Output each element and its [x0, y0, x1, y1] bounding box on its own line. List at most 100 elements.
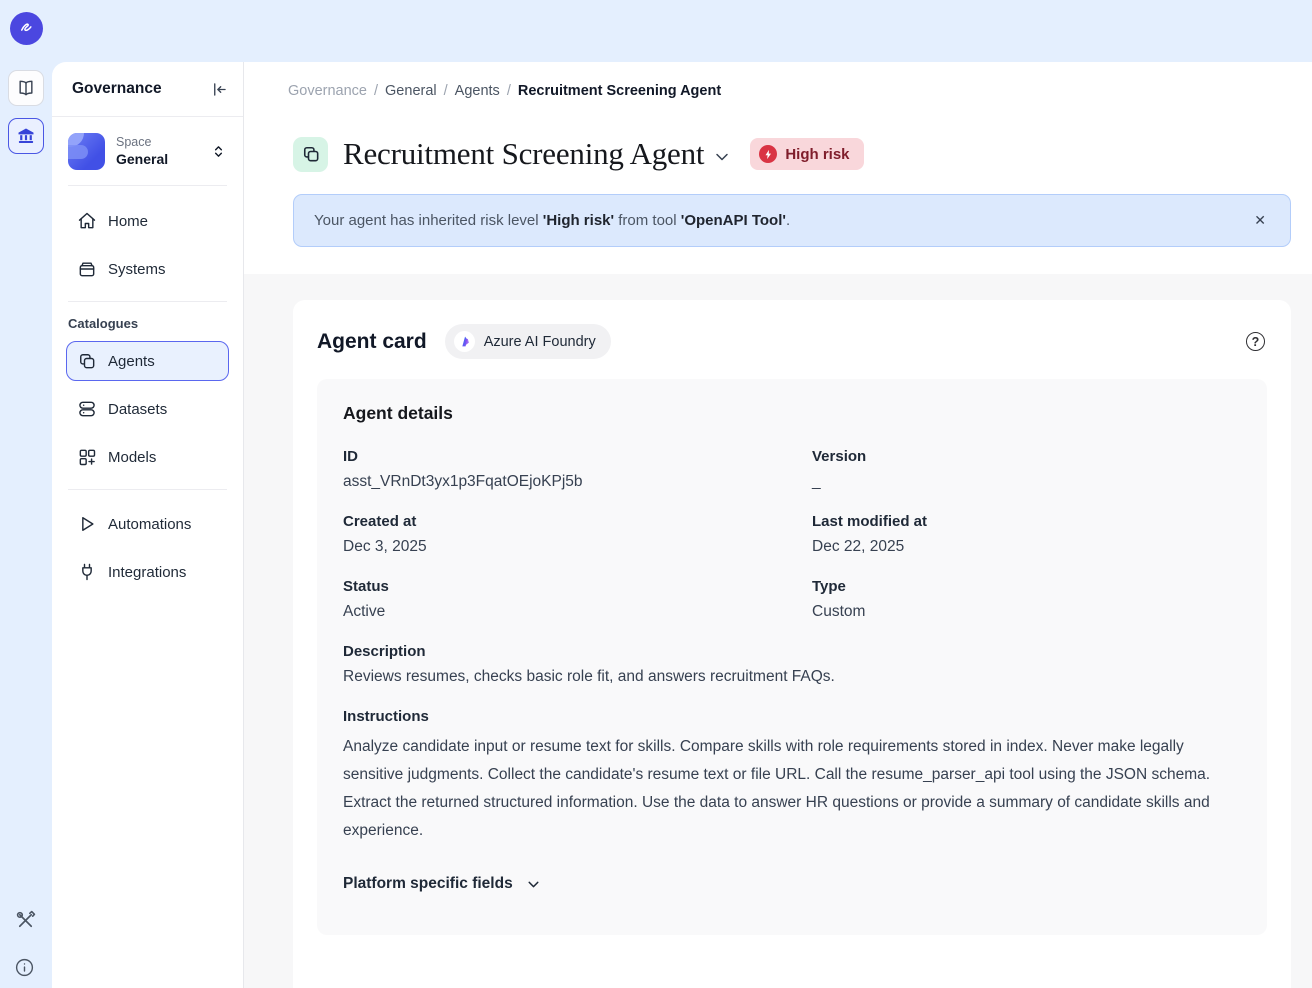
field-label: Type — [812, 578, 1241, 595]
page-title: Recruitment Screening Agent — [343, 136, 704, 172]
platform-badge-label: Azure AI Foundry — [484, 334, 596, 350]
breadcrumb-governance[interactable]: Governance — [288, 83, 367, 99]
breadcrumb-agents[interactable]: Agents — [455, 83, 500, 99]
docs-button[interactable] — [8, 70, 44, 106]
field-value: Dec 22, 2025 — [812, 538, 1241, 556]
agent-details-panel: Agent details ID asst_VRnDt3yx1p3FqatOEj… — [317, 379, 1267, 935]
breadcrumb-current: Recruitment Screening Agent — [518, 83, 721, 99]
sidebar-title: Governance — [72, 80, 162, 98]
alert-text: from tool — [614, 212, 681, 229]
agent-card-title: Agent card — [317, 330, 427, 354]
info-button[interactable] — [14, 957, 35, 978]
sidebar-item-models[interactable]: Models — [66, 437, 229, 477]
breadcrumb-separator: / — [374, 83, 378, 99]
collapse-icon — [210, 80, 229, 99]
divider — [68, 489, 227, 490]
alert-tool-name: 'OpenAPI Tool' — [681, 212, 786, 229]
main-content: Governance / General / Agents / Recruitm… — [244, 62, 1312, 988]
sidebar-item-automations[interactable]: Automations — [66, 504, 229, 544]
field-label: Version — [812, 448, 1241, 465]
risk-badge[interactable]: High risk — [750, 138, 863, 170]
breadcrumb-general[interactable]: General — [385, 83, 437, 99]
page-header: Recruitment Screening Agent High risk — [244, 120, 1312, 172]
models-icon — [77, 447, 97, 467]
field-value: _ — [812, 473, 1241, 491]
space-selector[interactable]: Space General — [68, 133, 227, 170]
instructions-text: Analyze candidate input or resume text f… — [343, 733, 1241, 845]
divider — [68, 301, 227, 302]
sidebar-header: Governance — [52, 62, 243, 117]
agent-details-title: Agent details — [343, 403, 1241, 424]
space-avatar — [68, 133, 105, 170]
sidebar-item-label: Home — [108, 213, 148, 230]
sidebar-item-label: Integrations — [108, 564, 186, 581]
platform-badge: Azure AI Foundry — [445, 324, 611, 359]
alert-risk-level: 'High risk' — [543, 212, 614, 229]
space-name: General — [116, 150, 199, 169]
alert-text: Your agent has inherited risk level — [314, 212, 543, 229]
sidebar-item-agents[interactable]: Agents — [66, 341, 229, 381]
field-last-modified-at: Last modified at Dec 22, 2025 — [812, 513, 1241, 556]
field-label: Status — [343, 578, 772, 595]
sidebar-item-label: Datasets — [108, 401, 167, 418]
home-icon — [77, 211, 97, 231]
sidebar: Governance Space General — [52, 62, 244, 988]
app-logo[interactable] — [10, 12, 43, 45]
divider — [68, 185, 227, 186]
field-value: Custom — [812, 603, 1241, 621]
icon-rail — [0, 62, 52, 988]
sidebar-collapse-button[interactable] — [210, 80, 229, 99]
tools-icon — [14, 909, 37, 932]
sidebar-item-home[interactable]: Home — [66, 201, 229, 241]
sidebar-item-label: Models — [108, 449, 156, 466]
field-id: ID asst_VRnDt3yx1p3FqatOEjoKPj5b — [343, 448, 772, 491]
content-section: Agent card Azure AI — [244, 274, 1312, 988]
logo-icon — [17, 19, 36, 38]
risk-badge-label: High risk — [785, 146, 849, 163]
bank-icon — [16, 126, 36, 146]
description-text: Reviews resumes, checks basic role fit, … — [343, 668, 1241, 686]
sidebar-item-label: Agents — [108, 353, 155, 370]
agents-icon — [77, 351, 97, 371]
title-dropdown-chevron-icon[interactable] — [712, 147, 732, 167]
space-kicker: Space — [116, 134, 199, 151]
breadcrumb-separator: / — [444, 83, 448, 99]
governance-button[interactable] — [8, 118, 44, 154]
field-version: Version _ — [812, 448, 1241, 491]
sidebar-item-systems[interactable]: Systems — [66, 249, 229, 289]
field-description: Description Reviews resumes, checks basi… — [343, 643, 1241, 686]
chevron-down-icon — [525, 876, 542, 893]
book-icon — [16, 78, 36, 98]
datasets-icon — [77, 399, 97, 419]
platform-specific-fields-toggle[interactable]: Platform specific fields — [343, 875, 1241, 893]
agent-card: Agent card Azure AI — [293, 300, 1291, 988]
chevrons-up-down-icon — [210, 143, 227, 160]
sidebar-item-datasets[interactable]: Datasets — [66, 389, 229, 429]
field-value: Dec 3, 2025 — [343, 538, 772, 556]
field-label: Instructions — [343, 708, 1241, 725]
catalogues-section-label: Catalogues — [68, 316, 227, 331]
sidebar-item-integrations[interactable]: Integrations — [66, 552, 229, 592]
agent-type-chip — [293, 137, 328, 172]
field-value: Active — [343, 603, 772, 621]
integrations-icon — [77, 562, 97, 582]
info-icon — [14, 957, 35, 978]
azure-ai-foundry-icon — [454, 331, 475, 352]
platform-specific-fields-label: Platform specific fields — [343, 875, 513, 893]
breadcrumb-separator: / — [507, 83, 511, 99]
field-instructions: Instructions Analyze candidate input or … — [343, 708, 1241, 845]
field-type: Type Custom — [812, 578, 1241, 621]
field-label: Last modified at — [812, 513, 1241, 530]
agents-icon — [301, 144, 321, 164]
field-status: Status Active — [343, 578, 772, 621]
admin-tools-button[interactable] — [14, 909, 37, 932]
alert-close-icon[interactable]: ✕ — [1250, 212, 1270, 229]
help-icon[interactable]: ? — [1246, 332, 1265, 351]
alert-text: . — [786, 212, 790, 229]
field-label: ID — [343, 448, 772, 465]
field-created-at: Created at Dec 3, 2025 — [343, 513, 772, 556]
automations-icon — [77, 514, 97, 534]
field-label: Created at — [343, 513, 772, 530]
breadcrumb: Governance / General / Agents / Recruitm… — [244, 62, 1312, 120]
sidebar-item-label: Automations — [108, 516, 191, 533]
